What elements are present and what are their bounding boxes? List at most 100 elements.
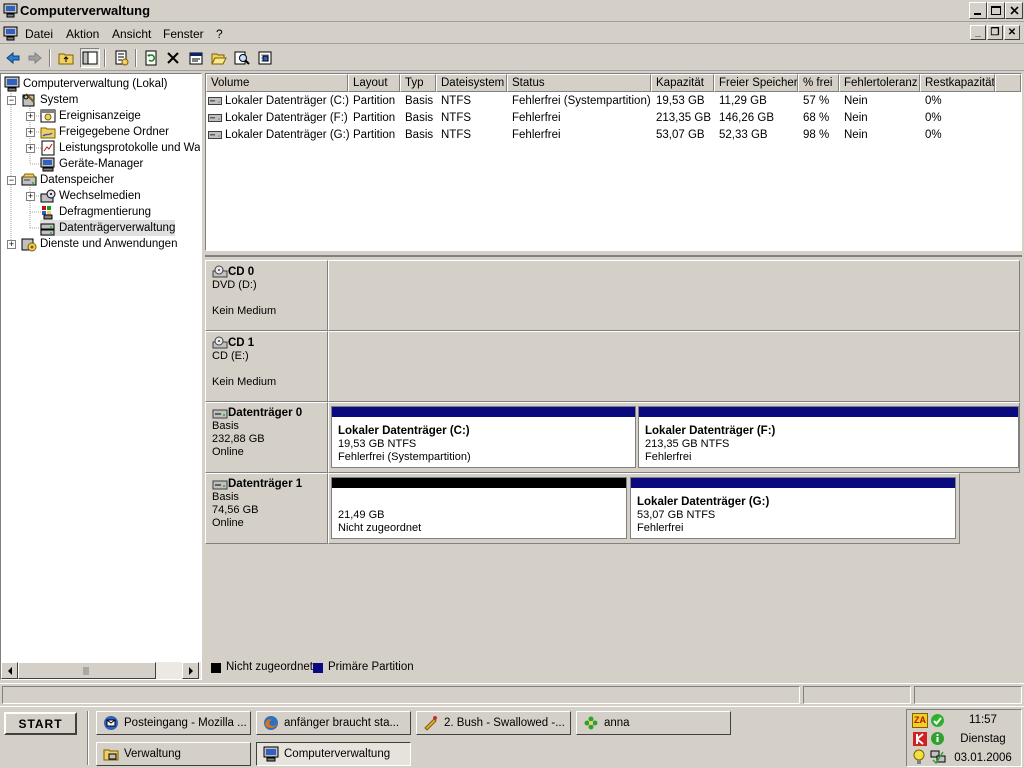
up-level-button[interactable] xyxy=(56,48,76,68)
expand-ordner-toggle[interactable]: + xyxy=(26,128,35,137)
child-close-button[interactable]: ✕ xyxy=(1004,25,1020,40)
tray-bulb-icon[interactable] xyxy=(912,749,926,765)
column-header-fehlertoleranz[interactable]: Fehlertoleranz xyxy=(839,74,920,92)
action-properties-button[interactable] xyxy=(186,48,206,68)
close-button[interactable] xyxy=(1005,2,1023,19)
expand-leistung-toggle[interactable]: + xyxy=(26,144,35,153)
task-posteingang[interactable]: Posteingang - Mozilla ... xyxy=(96,711,251,735)
search-button[interactable] xyxy=(232,48,252,68)
start-button[interactable]: START xyxy=(4,712,77,735)
column-header-volume[interactable]: Volume xyxy=(206,74,348,92)
menu-help[interactable]: ? xyxy=(216,27,223,41)
refresh-button[interactable] xyxy=(141,48,161,68)
computer-management-icon xyxy=(3,3,18,18)
tree-item-freigegebene-ordner[interactable]: Freigegebene Ordner xyxy=(40,124,169,140)
open-button[interactable] xyxy=(209,48,229,68)
child-minimize-button[interactable]: _ xyxy=(970,25,986,40)
disk-label-d1[interactable]: Datenträger 1 Basis 74,56 GB Online xyxy=(205,473,328,544)
typ-cell: Basis xyxy=(405,129,434,141)
fehlertoleranz-cell: Nein xyxy=(844,112,868,124)
task-label: anna xyxy=(604,717,630,729)
properties-button[interactable] xyxy=(111,48,131,68)
table-row[interactable]: Lokaler Datenträger (F:) Partition Basis… xyxy=(206,110,1021,127)
expand-wechselmedien-toggle[interactable]: + xyxy=(26,192,35,201)
zonealarm-icon[interactable]: ZA xyxy=(912,713,928,728)
task-anna[interactable]: anna xyxy=(576,711,731,735)
maximize-button[interactable] xyxy=(987,2,1005,19)
tree-item-dienste[interactable]: Dienste und Anwendungen xyxy=(21,236,177,252)
task-bush-swallowed[interactable]: 2. Bush - Swallowed -... xyxy=(416,711,571,735)
minimize-button[interactable] xyxy=(969,2,987,19)
tree-item-wechselmedien[interactable]: Wechselmedien xyxy=(40,188,141,204)
partition-c[interactable]: Lokaler Datenträger (C:) 19,53 GB NTFS F… xyxy=(331,406,636,468)
expand-dienste-toggle[interactable]: + xyxy=(7,240,16,249)
tree-item-ereignisanzeige[interactable]: Ereignisanzeige xyxy=(40,108,141,124)
scroll-right-button[interactable] xyxy=(182,662,199,679)
disk-size: 74,56 GB xyxy=(212,504,259,516)
collapse-datenspeicher-toggle[interactable]: − xyxy=(7,176,16,185)
child-restore-button[interactable]: ❐ xyxy=(987,25,1003,40)
tree-item-datenspeicher[interactable]: Datenspeicher xyxy=(21,172,114,188)
back-button[interactable] xyxy=(3,48,23,68)
menu-aktion[interactable]: Aktion xyxy=(66,27,99,41)
tree-label-defragmentierung: Defragmentierung xyxy=(59,206,152,218)
disk-label-cd0[interactable]: CD 0 DVD (D:) Kein Medium xyxy=(205,260,328,331)
menu-datei[interactable]: Datei xyxy=(25,27,53,41)
column-header-freier-speicher[interactable]: Freier Speicher xyxy=(714,74,798,92)
disk-status: Kein Medium xyxy=(212,376,277,388)
disk-label-cd1[interactable]: CD 1 CD (E:) Kein Medium xyxy=(205,331,328,402)
disk-body-cd1[interactable] xyxy=(328,331,1020,402)
tree-item-root[interactable]: Computerverwaltung (Lokal) xyxy=(4,76,167,92)
tree-item-leistungsprotokolle[interactable]: Leistungsprotokolle und Warnungen xyxy=(40,140,200,156)
task-computerverwaltung[interactable]: Computerverwaltung xyxy=(256,742,411,766)
task-verwaltung[interactable]: Verwaltung xyxy=(96,742,251,766)
column-header-typ[interactable]: Typ xyxy=(400,74,436,92)
disk-body-cd0[interactable] xyxy=(328,260,1020,331)
info-icon[interactable] xyxy=(930,731,945,746)
column-header-kapazitaet[interactable]: Kapazität xyxy=(651,74,714,92)
check-status-icon[interactable] xyxy=(930,713,945,728)
restkapazitaet-cell: 0% xyxy=(925,95,942,107)
column-header-restkapazitaet[interactable]: Restkapazität xyxy=(920,74,995,92)
partition-unallocated[interactable]: 21,49 GB Nicht zugeordnet xyxy=(331,477,627,539)
tree-item-defragmentierung[interactable]: Defragmentierung xyxy=(40,204,151,220)
partition-size: 19,53 GB NTFS xyxy=(338,438,417,450)
disk-type: Basis xyxy=(212,420,239,432)
show-tree-button[interactable] xyxy=(80,48,100,68)
clock-time[interactable]: 11:57 xyxy=(947,714,1019,726)
scroll-thumb[interactable] xyxy=(18,662,156,679)
tree-item-geraete-manager[interactable]: Geräte-Manager xyxy=(40,156,143,172)
column-header-prozent-frei[interactable]: % frei xyxy=(798,74,839,92)
clock-date: 03.01.2006 xyxy=(954,752,1012,764)
column-header-layout[interactable]: Layout xyxy=(348,74,400,92)
expand-ereignis-toggle[interactable]: + xyxy=(26,112,35,121)
tree-item-system[interactable]: System xyxy=(21,92,78,108)
disk-type: CD (E:) xyxy=(212,350,249,362)
tree-horizontal-scrollbar[interactable] xyxy=(1,662,201,679)
disk-label-d0[interactable]: Datenträger 0 Basis 232,88 GB Online xyxy=(205,402,328,473)
kapazitaet-cell: 53,07 GB xyxy=(656,129,705,141)
column-header-status[interactable]: Status xyxy=(507,74,651,92)
scroll-left-button[interactable] xyxy=(1,662,18,679)
network-icon[interactable] xyxy=(930,750,946,764)
menu-fenster[interactable]: Fenster xyxy=(163,27,204,41)
restkapazitaet-cell: 0% xyxy=(925,112,942,124)
collapse-system-toggle[interactable]: − xyxy=(7,96,16,105)
partition-size: 53,07 GB NTFS xyxy=(637,509,716,521)
forward-button[interactable] xyxy=(25,48,45,68)
window-menu-icon[interactable] xyxy=(3,26,18,41)
partition-size: 213,35 GB NTFS xyxy=(645,438,730,450)
computer-icon xyxy=(4,76,20,92)
partition-f[interactable]: Lokaler Datenträger (F:) 213,35 GB NTFS … xyxy=(638,406,1019,468)
table-row[interactable]: Lokaler Datenträger (G:) Partition Basis… xyxy=(206,127,1021,144)
tree-item-datentraegerverwaltung[interactable]: Datenträgerverwaltung xyxy=(40,220,176,236)
legend-label-unallocated: Nicht zugeordnet xyxy=(226,661,313,673)
delete-button[interactable] xyxy=(163,48,183,68)
partition-g[interactable]: Lokaler Datenträger (G:) 53,07 GB NTFS F… xyxy=(630,477,956,539)
column-header-dateisystem[interactable]: Dateisystem xyxy=(436,74,507,92)
antivirus-k-icon[interactable] xyxy=(912,731,928,747)
menu-ansicht[interactable]: Ansicht xyxy=(112,27,151,41)
task-firefox[interactable]: anfänger braucht sta... xyxy=(256,711,411,735)
settings-button[interactable] xyxy=(255,48,275,68)
table-row[interactable]: Lokaler Datenträger (C:) Partition Basis… xyxy=(206,93,1021,110)
